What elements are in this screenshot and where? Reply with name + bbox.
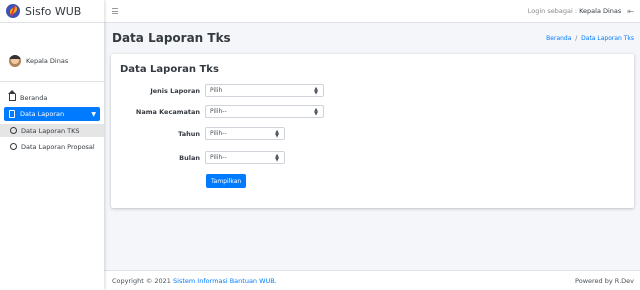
circle-icon <box>10 143 17 150</box>
jenis-laporan-select[interactable]: Pilih ▲ ▼ <box>205 84 324 97</box>
topbar: Login sebagai : Kepala Dinas ⇤ <box>104 0 640 23</box>
bulan-select[interactable]: Pilih-- ▲ ▼ <box>205 151 285 164</box>
breadcrumb: Beranda / Data Laporan Tks <box>546 35 634 42</box>
login-user: Kepala Dinas <box>579 7 622 15</box>
sidebar-item-beranda[interactable]: Beranda <box>4 90 100 104</box>
form-row-bulan: Bulan Pilih-- ▲ ▼ <box>111 151 285 164</box>
field-label: Nama Kecamatan <box>135 107 200 116</box>
breadcrumb-home-link[interactable]: Beranda <box>546 35 571 42</box>
tampilkan-button[interactable]: Tampilkan <box>206 174 247 188</box>
sidebar-item-data-laporan-proposal[interactable]: Data Laporan Proposal <box>4 140 100 153</box>
nama-kecamatan-select[interactable]: Pilih-- ▲ ▼ <box>205 105 324 118</box>
chevron-down-icon: ▼ <box>91 110 96 118</box>
home-icon <box>8 90 16 102</box>
sidebar-nav: Beranda Data Laporan ▼ Data Laporan TKS … <box>0 90 104 153</box>
footer-copyright: Copyright © 2021 Sistem Informasi Bantua… <box>112 277 277 285</box>
field-label: Bulan <box>179 153 200 162</box>
select-arrows-icon: ▲ ▼ <box>314 86 318 96</box>
sidebar-item-data-laporan[interactable]: Data Laporan ▼ <box>4 107 100 121</box>
powered-by: R.Dev <box>614 276 634 285</box>
sidebar: Sisfo WUB Kepala Dinas Beranda Data Lapo… <box>0 0 104 290</box>
field-label: Jenis Laporan <box>150 86 200 95</box>
report-filter-card: Data Laporan Tks Jenis Laporan Pilih ▲ ▼ … <box>111 54 634 208</box>
login-prefix: Login sebagai : <box>527 7 580 15</box>
circle-icon <box>10 127 17 134</box>
form-row-tahun: Tahun Pilih-- ▲ ▼ <box>111 127 285 140</box>
select-value: Pilih-- <box>210 154 227 161</box>
user-panel[interactable]: Kepala Dinas <box>0 48 104 82</box>
page-title: Data Laporan Tks <box>112 31 231 45</box>
footer: Copyright © 2021 Sistem Informasi Bantua… <box>104 270 640 290</box>
select-value: Pilih-- <box>210 130 227 137</box>
breadcrumb-current: Data Laporan Tks <box>581 34 634 42</box>
brand[interactable]: Sisfo WUB <box>0 0 104 23</box>
sidebar-item-label: Data Laporan Proposal <box>21 142 95 151</box>
copyright-text: Copyright © 2021 <box>112 276 174 285</box>
select-arrows-icon: ▲ ▼ <box>275 129 279 139</box>
select-arrows-icon: ▲ ▼ <box>275 153 279 163</box>
footer-link[interactable]: Sistem Informasi Bantuan WUB. <box>173 277 277 285</box>
field-label: Tahun <box>178 129 200 138</box>
card-title: Data Laporan Tks <box>120 64 219 75</box>
avatar <box>9 54 21 67</box>
select-value: Pilih <box>210 87 223 94</box>
sidebar-item-label: Data Laporan <box>20 110 65 118</box>
powered-prefix: Powered by <box>575 276 615 285</box>
select-value: Pilih-- <box>210 108 227 115</box>
content-header: Data Laporan Tks Beranda / Data Laporan … <box>104 23 640 53</box>
select-arrows-icon: ▲ ▼ <box>314 107 318 117</box>
sidebar-item-data-laporan-tks[interactable]: Data Laporan TKS <box>0 124 104 137</box>
sidebar-item-label: Beranda <box>20 93 48 102</box>
user-name: Kepala Dinas <box>26 56 69 65</box>
app-logo-icon <box>6 4 20 18</box>
breadcrumb-separator: / <box>575 34 578 42</box>
menu-toggle-icon[interactable] <box>112 8 118 14</box>
file-icon <box>8 110 16 118</box>
sidebar-item-label: Data Laporan TKS <box>21 126 80 135</box>
tahun-select[interactable]: Pilih-- ▲ ▼ <box>205 127 285 140</box>
app-title: Sisfo WUB <box>25 4 82 18</box>
footer-powered: Powered by R.Dev <box>575 277 634 285</box>
logout-icon[interactable]: ⇤ <box>627 7 634 16</box>
form-row-nama-kecamatan: Nama Kecamatan Pilih-- ▲ ▼ <box>111 105 324 118</box>
form-row-jenis-laporan: Jenis Laporan Pilih ▲ ▼ <box>111 84 324 97</box>
login-status: Login sebagai : Kepala Dinas <box>528 7 622 15</box>
